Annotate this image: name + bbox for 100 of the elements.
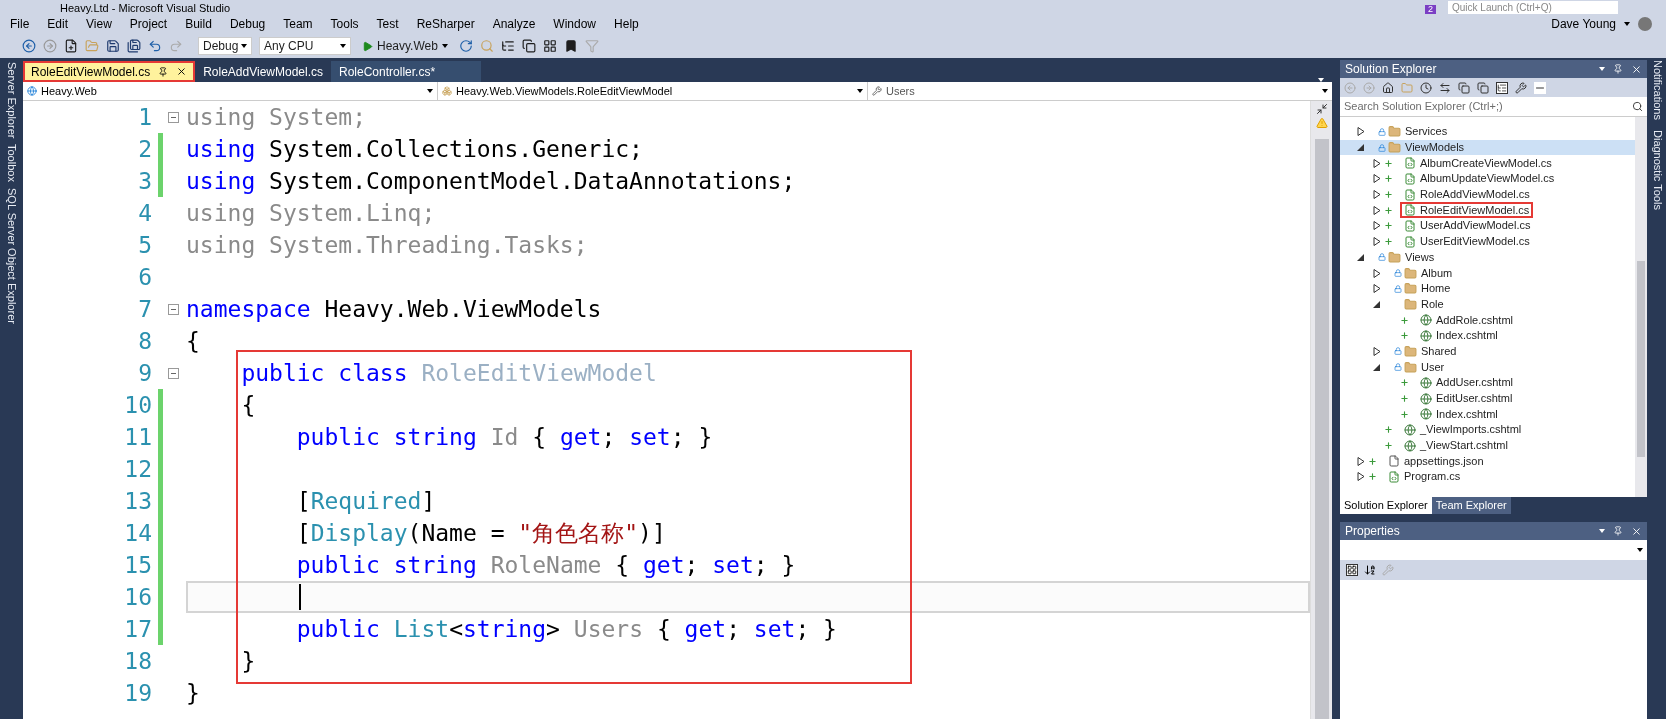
configuration-dropdown[interactable]: Debug — [198, 37, 252, 55]
collapsed-arrow-icon[interactable] — [1373, 284, 1381, 294]
save-all-icon[interactable] — [127, 39, 141, 53]
tree-row[interactable]: Album — [1340, 265, 1635, 281]
tree-row[interactable]: Views — [1340, 249, 1635, 266]
tree-item-label[interactable]: AddUser.cshtml — [1436, 377, 1514, 389]
member-dropdown[interactable]: Users — [886, 82, 1328, 100]
tree-item-label[interactable]: _ViewImports.cshtml — [1420, 424, 1522, 436]
collapse-icon[interactable] — [168, 367, 179, 379]
platform-dropdown[interactable]: Any CPU — [259, 37, 351, 55]
project-dropdown[interactable]: Heavy.Web — [41, 82, 433, 100]
search-icon[interactable] — [1632, 101, 1643, 112]
home-icon[interactable] — [1382, 81, 1394, 94]
avatar[interactable] — [1638, 17, 1652, 31]
tree-item-label[interactable]: User — [1421, 361, 1445, 373]
tree-row[interactable]: AddUser.cshtml — [1340, 375, 1635, 391]
vertical-scrollbar[interactable] — [1310, 101, 1332, 719]
bookmark-icon[interactable] — [563, 39, 578, 53]
tree-row[interactable]: _ViewStart.cshtml — [1340, 437, 1635, 454]
collapsed-arrow-icon[interactable] — [1373, 221, 1381, 231]
menu-item[interactable]: Build — [185, 15, 212, 33]
tree-row[interactable]: AlbumCreateViewModel.cs — [1340, 155, 1635, 172]
categorized-icon[interactable] — [1346, 564, 1358, 576]
expanded-arrow-icon[interactable] — [1357, 143, 1365, 153]
tree-row[interactable]: appsettings.json — [1340, 453, 1635, 470]
close-icon[interactable] — [176, 66, 188, 77]
pin-icon[interactable] — [1613, 64, 1623, 74]
menu-item[interactable]: ReSharper — [416, 15, 475, 33]
tree-row[interactable]: AlbumUpdateViewModel.cs — [1340, 171, 1635, 187]
tree-row[interactable]: Program.cs — [1340, 469, 1635, 485]
collapsed-arrow-icon[interactable] — [1357, 472, 1365, 482]
tree-row[interactable]: User — [1340, 359, 1635, 375]
menu-item[interactable]: Edit — [47, 15, 69, 33]
tree-row[interactable]: Role — [1340, 296, 1635, 313]
tree-item-label[interactable]: AlbumCreateViewModel.cs — [1420, 157, 1552, 169]
expanded-arrow-icon[interactable] — [1373, 299, 1381, 309]
editor-tab[interactable]: RoleController.cs* — [331, 61, 481, 82]
tree-view-icon[interactable] — [1496, 81, 1508, 94]
preview-icon[interactable] — [1534, 81, 1546, 94]
menu-item[interactable]: File — [10, 15, 30, 33]
tree-item-label[interactable]: UserAddViewModel.cs — [1420, 220, 1531, 232]
tree-row[interactable]: Services — [1340, 124, 1635, 140]
list-icon[interactable] — [500, 39, 515, 53]
collapsed-arrow-icon[interactable] — [1373, 268, 1381, 278]
collapsed-arrow-icon[interactable] — [1373, 346, 1381, 356]
copy-icon[interactable] — [521, 39, 536, 53]
collapsed-arrow-icon[interactable] — [1373, 237, 1381, 247]
collapsed-arrow-icon[interactable] — [1357, 456, 1365, 466]
menu-item[interactable]: Team — [283, 15, 313, 33]
start-button[interactable]: Heavy.Web — [358, 37, 452, 55]
collapsed-arrow-icon[interactable] — [1373, 174, 1381, 184]
tree-item-label[interactable]: RoleAddViewModel.cs — [1420, 189, 1530, 201]
tree-item-label[interactable]: AlbumUpdateViewModel.cs — [1420, 173, 1555, 185]
collapsed-arrow-icon[interactable] — [1373, 158, 1381, 168]
back-icon[interactable] — [22, 39, 36, 53]
menu-item[interactable]: Tools — [330, 15, 359, 33]
new-item-icon[interactable] — [64, 39, 78, 53]
tree-item-label[interactable]: Index.cshtml — [1436, 408, 1498, 420]
menu-item[interactable]: Test — [376, 15, 399, 33]
tree-row[interactable]: UserEditViewModel.cs — [1340, 233, 1635, 250]
menu-item[interactable]: Window — [553, 15, 597, 33]
pin-icon[interactable] — [1613, 526, 1623, 536]
tree-row[interactable]: EditUser.cshtml — [1340, 390, 1635, 407]
tree-row[interactable]: _ViewImports.cshtml — [1340, 422, 1635, 438]
vertical-scrollbar[interactable] — [1635, 117, 1647, 497]
user-name[interactable]: Dave Young — [1551, 15, 1616, 33]
quick-launch-field[interactable]: Quick Launch (Ctrl+Q) — [1448, 1, 1618, 14]
collapsed-arrow-icon[interactable] — [1373, 205, 1381, 215]
pin-icon[interactable] — [158, 66, 169, 77]
tree-item-label[interactable]: UserEditViewModel.cs — [1420, 236, 1530, 248]
tree-item-label[interactable]: appsettings.json — [1404, 455, 1484, 467]
panel-tab[interactable]: Team Explorer — [1431, 497, 1511, 514]
sort-icon[interactable] — [1364, 564, 1376, 576]
editor-tab[interactable]: RoleEditViewModel.cs — [23, 61, 196, 82]
tree-row[interactable]: UserAddViewModel.cs — [1340, 218, 1635, 234]
tree-item-label[interactable]: Index.cshtml — [1436, 330, 1498, 342]
save-icon[interactable] — [106, 39, 120, 53]
tree-item-label[interactable]: Views — [1405, 251, 1435, 263]
tree-item-label[interactable]: ViewModels — [1405, 142, 1465, 154]
search-box[interactable]: Search Solution Explorer (Ctrl+;) — [1340, 97, 1647, 117]
tree-row[interactable]: AddRole.cshtml — [1340, 312, 1635, 328]
properties-icon[interactable] — [1515, 81, 1527, 94]
notification-badge[interactable]: 2 — [1425, 5, 1436, 14]
collapse-all-icon[interactable] — [1458, 81, 1470, 94]
tree-item-label[interactable]: _ViewStart.cshtml — [1420, 440, 1508, 452]
tree-item-label[interactable]: AddRole.cshtml — [1436, 314, 1514, 326]
menu-item[interactable]: View — [86, 15, 112, 33]
sync-icon[interactable] — [1439, 81, 1451, 94]
tree-row[interactable]: ViewModels — [1340, 139, 1635, 156]
side-panel-tab[interactable]: Toolbox — [0, 144, 24, 183]
expanded-arrow-icon[interactable] — [1357, 252, 1365, 262]
tree-row[interactable]: Shared — [1340, 343, 1635, 360]
collapsed-arrow-icon[interactable] — [1373, 190, 1381, 200]
tree-row[interactable]: RoleAddViewModel.cs — [1340, 186, 1635, 203]
clock-icon[interactable] — [1420, 81, 1432, 94]
tree-item-label[interactable]: Program.cs — [1404, 471, 1461, 483]
panel-tab[interactable]: Solution Explorer — [1340, 497, 1432, 514]
tree-item-label[interactable]: Services — [1405, 126, 1448, 138]
collapsed-arrow-icon[interactable] — [1357, 127, 1365, 137]
tree-item-label[interactable]: Role — [1421, 298, 1444, 310]
